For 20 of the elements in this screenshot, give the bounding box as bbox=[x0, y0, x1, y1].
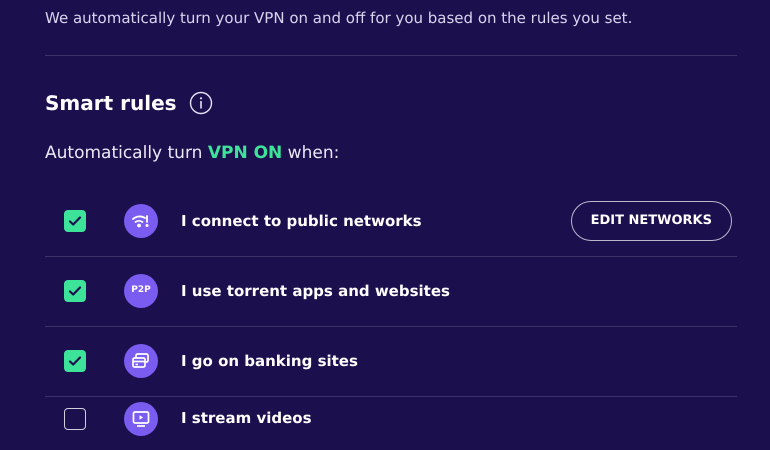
edit-networks-button[interactable]: EDIT NETWORKS bbox=[570, 201, 732, 241]
info-icon[interactable] bbox=[188, 91, 213, 115]
rules-subheading: Automatically turn VPN ON when: bbox=[45, 142, 340, 165]
checkmark-icon bbox=[68, 214, 82, 228]
intro-text: We automatically turn your VPN on and off for you based on the rules you set. bbox=[45, 8, 632, 29]
checkmark-icon bbox=[68, 284, 82, 298]
cards-icon bbox=[124, 344, 158, 378]
rule-label: I go on banking sites bbox=[181, 350, 358, 372]
p2p-icon: P2P bbox=[124, 274, 158, 308]
rule-label: I use torrent apps and websites bbox=[181, 280, 450, 302]
video-play-icon bbox=[124, 402, 158, 436]
checkmark-icon bbox=[68, 354, 82, 368]
section-heading: Smart rules bbox=[45, 90, 177, 117]
wifi-warning-icon bbox=[124, 204, 158, 238]
checkbox[interactable] bbox=[64, 210, 86, 232]
checkbox[interactable] bbox=[64, 280, 86, 302]
checkbox[interactable] bbox=[64, 408, 86, 430]
checkbox[interactable] bbox=[64, 350, 86, 372]
rule-label: I stream videos bbox=[181, 408, 312, 430]
rule-label: I connect to public networks bbox=[181, 210, 422, 232]
